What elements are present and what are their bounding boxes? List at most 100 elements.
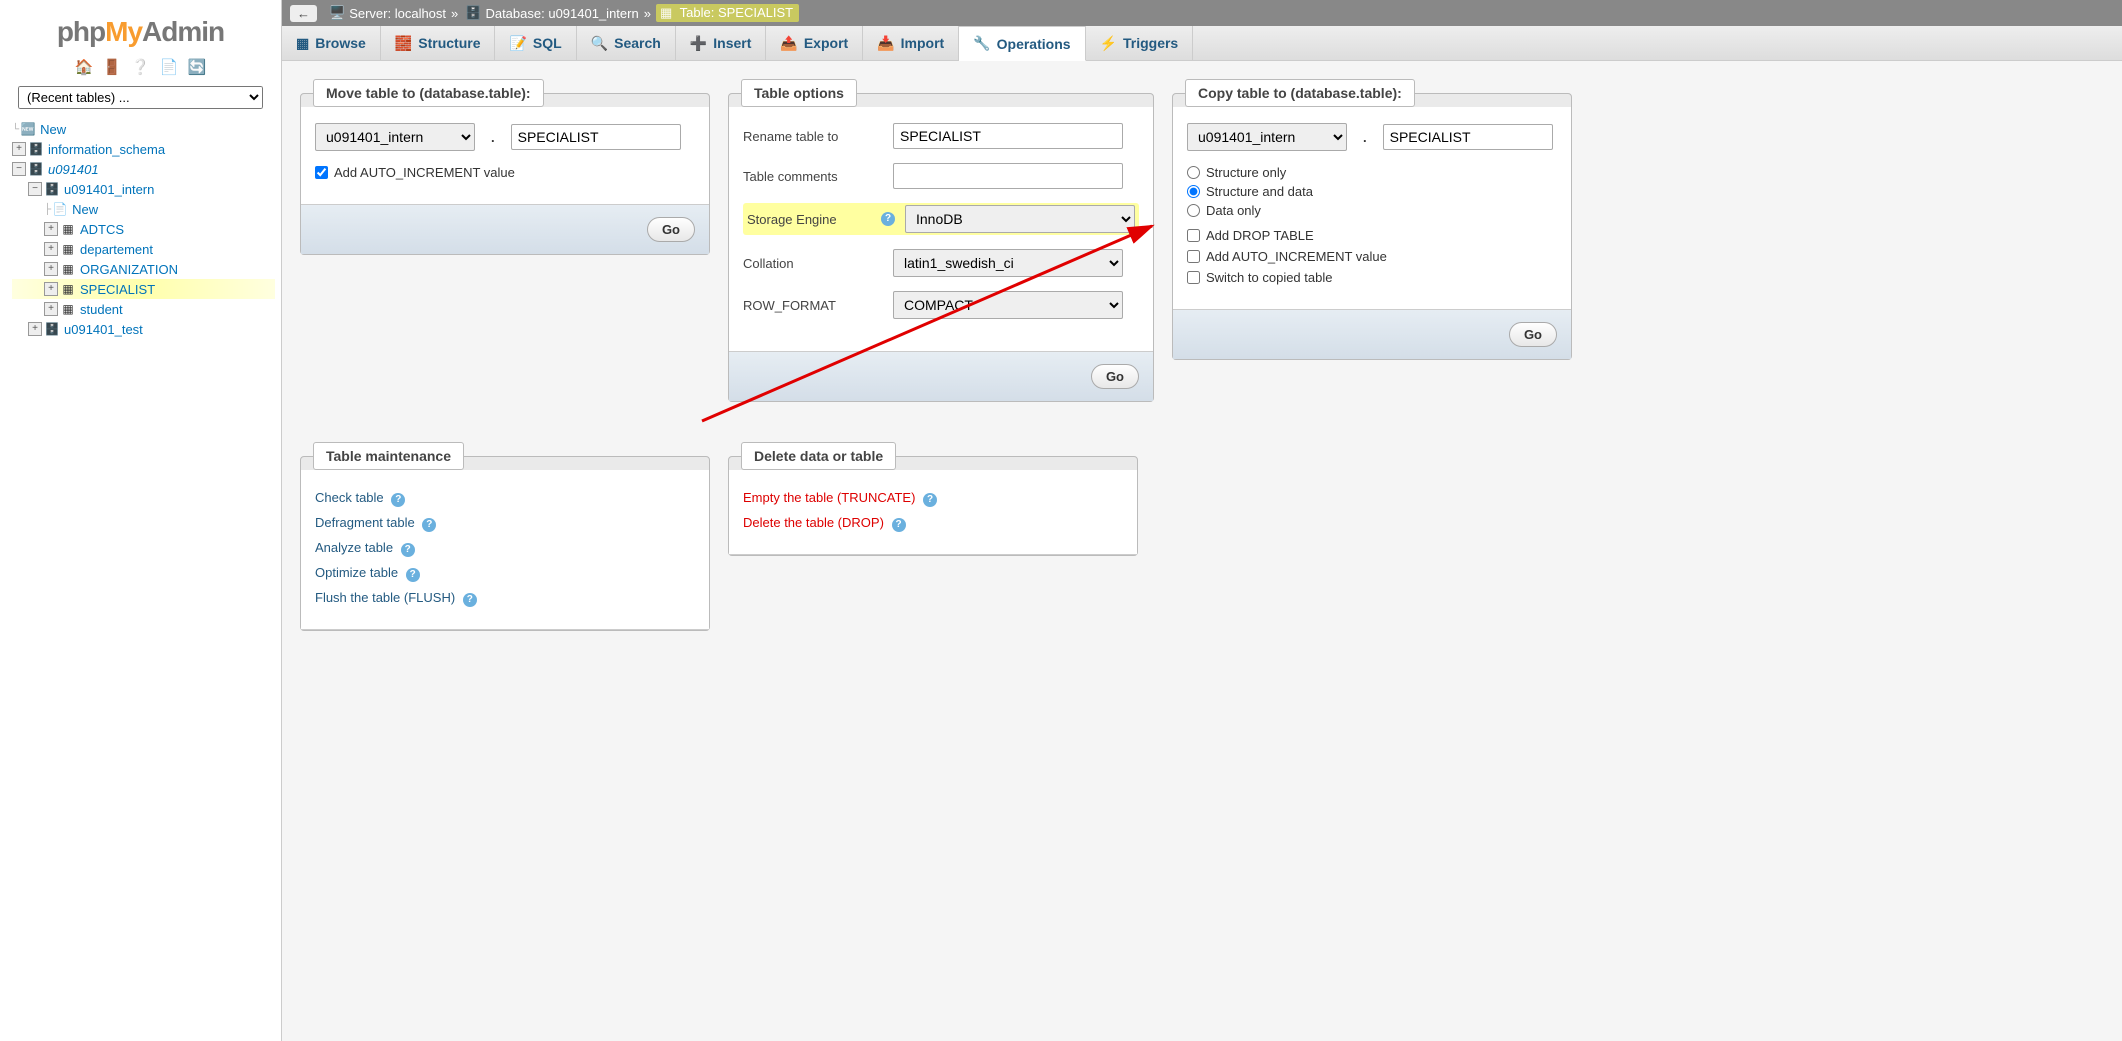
query-icon[interactable]: ❔ bbox=[131, 59, 150, 76]
expander-icon[interactable]: + bbox=[44, 262, 58, 276]
recent-tables-select[interactable]: (Recent tables) ... bbox=[18, 86, 263, 109]
rename-table-input[interactable] bbox=[893, 123, 1123, 149]
panel-delete-data: Delete data or table Empty the table (TR… bbox=[728, 442, 1138, 556]
truncate-table-link[interactable]: Empty the table (TRUNCATE) ? bbox=[743, 486, 1123, 511]
panel-table-maintenance: Table maintenance Check table ? Defragme… bbox=[300, 442, 710, 631]
triggers-icon: ⚡ bbox=[1100, 35, 1117, 52]
copy-db-select[interactable]: u091401_intern bbox=[1187, 123, 1347, 151]
move-go-button[interactable]: Go bbox=[647, 217, 695, 242]
tree-tbl-student[interactable]: student bbox=[80, 302, 123, 317]
expander-icon[interactable]: + bbox=[28, 322, 42, 336]
analyze-table-link[interactable]: Analyze table ? bbox=[315, 536, 695, 561]
help-icon[interactable]: ? bbox=[463, 593, 477, 607]
copy-table-input[interactable] bbox=[1383, 124, 1553, 150]
copy-drop-label: Add DROP TABLE bbox=[1206, 228, 1314, 243]
tree-db-intern[interactable]: u091401_intern bbox=[64, 182, 154, 197]
logo[interactable]: phpMyAdmin bbox=[0, 8, 281, 52]
tab-sql[interactable]: 📝SQL bbox=[495, 26, 576, 60]
expander-icon[interactable]: − bbox=[12, 162, 26, 176]
logout-icon[interactable]: 🚪 bbox=[103, 59, 122, 76]
expander-icon[interactable]: + bbox=[44, 222, 58, 236]
panel-legend: Move table to (database.table): bbox=[313, 79, 544, 107]
expander-icon[interactable]: + bbox=[44, 282, 58, 296]
tab-search[interactable]: 🔍Search bbox=[577, 26, 676, 60]
tree-tbl-org[interactable]: ORGANIZATION bbox=[80, 262, 178, 277]
insert-icon: ➕ bbox=[690, 35, 707, 52]
copy-data-only-radio[interactable] bbox=[1187, 204, 1200, 217]
copy-drop-checkbox[interactable] bbox=[1187, 229, 1200, 242]
help-icon[interactable]: ? bbox=[422, 518, 436, 532]
table-icon: ▦ bbox=[60, 241, 76, 257]
help-icon[interactable]: ? bbox=[892, 518, 906, 532]
storage-engine-select[interactable]: InnoDB bbox=[905, 205, 1135, 233]
copy-data-only-label: Data only bbox=[1206, 203, 1261, 218]
structure-icon: 🧱 bbox=[395, 35, 412, 52]
expander-icon[interactable]: + bbox=[12, 142, 26, 156]
tab-import[interactable]: 📥Import bbox=[863, 26, 959, 60]
copy-structure-data-radio[interactable] bbox=[1187, 185, 1200, 198]
tree-new-table[interactable]: New bbox=[72, 202, 98, 217]
table-icon: ▦ bbox=[60, 221, 76, 237]
copy-autoinc-checkbox[interactable] bbox=[1187, 250, 1200, 263]
import-icon: 📥 bbox=[877, 35, 894, 52]
expander-icon[interactable]: + bbox=[44, 242, 58, 256]
expander-icon[interactable]: − bbox=[28, 182, 42, 196]
home-icon[interactable]: 🏠 bbox=[75, 59, 94, 76]
reload-icon[interactable]: 🔄 bbox=[188, 59, 207, 76]
tree-db-test[interactable]: u091401_test bbox=[64, 322, 143, 337]
new-db-icon: 🆕 bbox=[20, 121, 36, 137]
rowformat-select[interactable]: COMPACT bbox=[893, 291, 1123, 319]
tree-tbl-adtcs[interactable]: ADTCS bbox=[80, 222, 124, 237]
options-go-button[interactable]: Go bbox=[1091, 364, 1139, 389]
rowformat-label: ROW_FORMAT bbox=[743, 298, 883, 313]
help-icon[interactable]: ? bbox=[881, 212, 895, 226]
table-comments-input[interactable] bbox=[893, 163, 1123, 189]
tab-structure[interactable]: 🧱Structure bbox=[381, 26, 496, 60]
move-autoinc-checkbox[interactable] bbox=[315, 166, 328, 179]
check-table-link[interactable]: Check table ? bbox=[315, 486, 695, 511]
docs-icon[interactable]: 📄 bbox=[159, 59, 178, 76]
sidebar-quick-icons: 🏠 🚪 ❔ 📄 🔄 bbox=[0, 52, 281, 86]
collation-select[interactable]: latin1_swedish_ci bbox=[893, 249, 1123, 277]
table-icon: ▦ bbox=[60, 281, 76, 297]
database-icon: 🗄️ bbox=[28, 141, 44, 157]
crumb-database[interactable]: Database: u091401_intern bbox=[485, 6, 638, 21]
tree-tbl-dept[interactable]: departement bbox=[80, 242, 153, 257]
copy-go-button[interactable]: Go bbox=[1509, 322, 1557, 347]
move-table-input[interactable] bbox=[511, 124, 681, 150]
table-icon: ▦ bbox=[60, 261, 76, 277]
help-icon[interactable]: ? bbox=[391, 493, 405, 507]
move-db-select[interactable]: u091401_intern bbox=[315, 123, 475, 151]
table-icon: ▦ bbox=[660, 5, 672, 20]
help-icon[interactable]: ? bbox=[401, 543, 415, 557]
help-icon[interactable]: ? bbox=[923, 493, 937, 507]
tab-operations[interactable]: 🔧Operations bbox=[959, 26, 1085, 61]
browse-icon: ▦ bbox=[296, 35, 309, 52]
help-icon[interactable]: ? bbox=[406, 568, 420, 582]
copy-structure-only-radio[interactable] bbox=[1187, 166, 1200, 179]
tree-db-info-schema[interactable]: information_schema bbox=[48, 142, 165, 157]
tab-browse[interactable]: ▦Browse bbox=[282, 26, 381, 60]
copy-switch-checkbox[interactable] bbox=[1187, 271, 1200, 284]
sidebar: phpMyAdmin 🏠 🚪 ❔ 📄 🔄 (Recent tables) ...… bbox=[0, 0, 282, 1041]
back-button[interactable]: ← bbox=[290, 5, 317, 22]
defragment-table-link[interactable]: Defragment table ? bbox=[315, 511, 695, 536]
drop-table-link[interactable]: Delete the table (DROP) ? bbox=[743, 511, 1123, 536]
tab-export[interactable]: 📤Export bbox=[766, 26, 863, 60]
tab-insert[interactable]: ➕Insert bbox=[676, 26, 767, 60]
panel-legend: Table options bbox=[741, 79, 857, 107]
tree-new-db[interactable]: New bbox=[40, 122, 66, 137]
tree-tbl-specialist[interactable]: SPECIALIST bbox=[80, 282, 155, 297]
crumb-table[interactable]: Table: SPECIALIST bbox=[680, 5, 793, 20]
copy-structure-only-label: Structure only bbox=[1206, 165, 1286, 180]
tree-db-u091401[interactable]: u091401 bbox=[48, 162, 99, 177]
crumb-server[interactable]: Server: localhost bbox=[349, 6, 446, 21]
expander-icon[interactable]: + bbox=[44, 302, 58, 316]
dot-separator: . bbox=[1357, 130, 1373, 145]
flush-table-link[interactable]: Flush the table (FLUSH) ? bbox=[315, 586, 695, 611]
database-icon: 🗄️ bbox=[44, 321, 60, 337]
new-table-icon: 📄 bbox=[52, 201, 68, 217]
table-icon: ▦ bbox=[60, 301, 76, 317]
optimize-table-link[interactable]: Optimize table ? bbox=[315, 561, 695, 586]
tab-triggers[interactable]: ⚡Triggers bbox=[1086, 26, 1194, 60]
